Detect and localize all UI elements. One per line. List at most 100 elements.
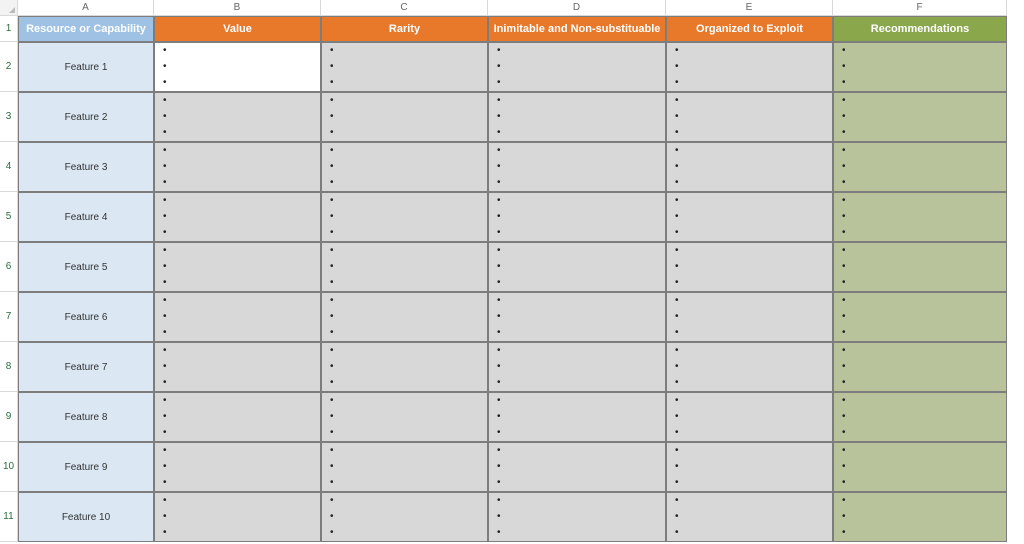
row-header-5[interactable]: 5 — [0, 192, 18, 242]
cell[interactable] — [833, 492, 1007, 542]
cell[interactable] — [321, 492, 488, 542]
cell[interactable] — [666, 92, 833, 142]
bullet-list — [330, 46, 334, 88]
header-value[interactable]: Value — [154, 16, 321, 42]
cell[interactable] — [833, 442, 1007, 492]
cell[interactable] — [321, 42, 488, 92]
bullet-list — [497, 496, 501, 538]
feature-cell[interactable]: Feature 2 — [18, 92, 154, 142]
cell[interactable] — [321, 92, 488, 142]
cell[interactable] — [833, 342, 1007, 392]
col-header-d[interactable]: D — [488, 0, 666, 16]
cell[interactable] — [833, 292, 1007, 342]
cell[interactable] — [488, 392, 666, 442]
cell[interactable] — [488, 142, 666, 192]
bullet-list — [497, 96, 501, 138]
cell[interactable] — [666, 192, 833, 242]
row-header-10[interactable]: 10 — [0, 442, 18, 492]
bullet-list — [497, 46, 501, 88]
cell[interactable] — [488, 492, 666, 542]
row-header-2[interactable]: 2 — [0, 42, 18, 92]
cell[interactable] — [666, 442, 833, 492]
bullet-list — [675, 446, 679, 488]
col-header-f[interactable]: F — [833, 0, 1007, 16]
bullet-list — [675, 246, 679, 288]
bullet-list — [330, 196, 334, 238]
bullet-list — [842, 396, 846, 438]
bullet-list — [675, 146, 679, 188]
header-resource[interactable]: Resource or Capability — [18, 16, 154, 42]
col-header-e[interactable]: E — [666, 0, 833, 16]
header-inimitable[interactable]: Inimitable and Non-substituable — [488, 16, 666, 42]
cell[interactable] — [321, 192, 488, 242]
cell[interactable] — [154, 142, 321, 192]
cell[interactable] — [488, 92, 666, 142]
cell[interactable] — [488, 242, 666, 292]
cell[interactable] — [666, 392, 833, 442]
cell[interactable] — [154, 292, 321, 342]
cell[interactable] — [833, 42, 1007, 92]
col-header-c[interactable]: C — [321, 0, 488, 16]
cell[interactable] — [488, 42, 666, 92]
cell[interactable] — [321, 392, 488, 442]
col-header-a[interactable]: A — [18, 0, 154, 16]
row-header-7[interactable]: 7 — [0, 292, 18, 342]
cell[interactable] — [666, 142, 833, 192]
cell[interactable] — [154, 442, 321, 492]
cell[interactable] — [833, 242, 1007, 292]
feature-cell[interactable]: Feature 9 — [18, 442, 154, 492]
row-header-4[interactable]: 4 — [0, 142, 18, 192]
cell[interactable] — [154, 92, 321, 142]
row-header-9[interactable]: 9 — [0, 392, 18, 442]
feature-cell[interactable]: Feature 7 — [18, 342, 154, 392]
row-header-8[interactable]: 8 — [0, 342, 18, 392]
cell[interactable] — [154, 192, 321, 242]
cell[interactable] — [154, 392, 321, 442]
bullet-list — [675, 346, 679, 388]
cell[interactable] — [833, 92, 1007, 142]
cell[interactable] — [488, 192, 666, 242]
cell[interactable] — [321, 242, 488, 292]
cell[interactable] — [154, 242, 321, 292]
feature-cell[interactable]: Feature 5 — [18, 242, 154, 292]
header-rarity[interactable]: Rarity — [321, 16, 488, 42]
cell[interactable] — [154, 492, 321, 542]
cell[interactable] — [321, 342, 488, 392]
feature-cell[interactable]: Feature 8 — [18, 392, 154, 442]
cell[interactable] — [666, 492, 833, 542]
cell[interactable] — [321, 292, 488, 342]
row-header-6[interactable]: 6 — [0, 242, 18, 292]
select-all-corner[interactable] — [0, 0, 18, 16]
header-recommend[interactable]: Recommendations — [833, 16, 1007, 42]
bullet-list — [497, 446, 501, 488]
cell[interactable] — [666, 292, 833, 342]
feature-cell[interactable]: Feature 3 — [18, 142, 154, 192]
cell[interactable] — [666, 42, 833, 92]
col-header-b[interactable]: B — [154, 0, 321, 16]
cell[interactable] — [154, 42, 321, 92]
header-organized[interactable]: Organized to Exploit — [666, 16, 833, 42]
spreadsheet-grid: A B C D E F 1 Resource or Capability Val… — [0, 0, 1024, 542]
bullet-list — [842, 346, 846, 388]
cell[interactable] — [321, 142, 488, 192]
feature-cell[interactable]: Feature 1 — [18, 42, 154, 92]
bullet-list — [497, 196, 501, 238]
feature-cell[interactable]: Feature 10 — [18, 492, 154, 542]
cell[interactable] — [154, 342, 321, 392]
bullet-list — [163, 496, 167, 538]
feature-cell[interactable]: Feature 4 — [18, 192, 154, 242]
row-header-3[interactable]: 3 — [0, 92, 18, 142]
cell[interactable] — [321, 442, 488, 492]
cell[interactable] — [666, 242, 833, 292]
cell[interactable] — [488, 342, 666, 392]
cell[interactable] — [666, 342, 833, 392]
row-header-1[interactable]: 1 — [0, 16, 18, 42]
cell[interactable] — [833, 392, 1007, 442]
cell[interactable] — [488, 442, 666, 492]
feature-cell[interactable]: Feature 6 — [18, 292, 154, 342]
cell[interactable] — [833, 192, 1007, 242]
cell[interactable] — [833, 142, 1007, 192]
cell[interactable] — [488, 292, 666, 342]
row-header-11[interactable]: 11 — [0, 492, 18, 542]
bullet-list — [330, 296, 334, 338]
